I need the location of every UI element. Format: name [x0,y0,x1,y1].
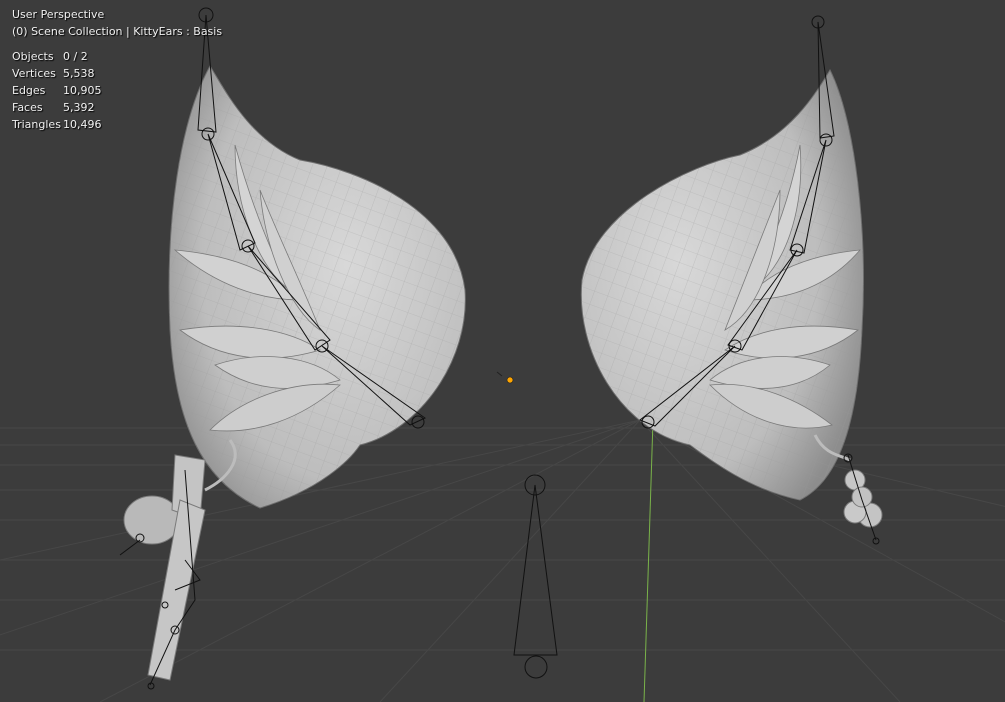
stat-value: 5,392 [63,101,95,114]
stat-label: Triangles [12,118,61,131]
y-axis-line [643,419,654,702]
stat-row-objects: Objects 0 / 2 [12,48,222,65]
stat-value: 0 / 2 [63,50,88,63]
stat-row-faces: Faces 5,392 [12,99,222,116]
stat-value: 5,538 [63,67,95,80]
object-origin-marker[interactable] [496,371,514,384]
right-accessory-bones[interactable] [843,453,880,545]
scene-statistics: Objects 0 / 2 Vertices 5,538 Edges 10,90… [12,48,222,133]
right-ear-mesh[interactable] [580,15,864,501]
stat-label: Objects [12,50,54,63]
center-bone[interactable] [513,474,558,679]
stat-label: Faces [12,101,43,114]
stat-value: 10,905 [63,84,102,97]
viewport-info-overlay: User Perspective (0) Scene Collection | … [12,6,222,133]
stat-row-edges: Edges 10,905 [12,82,222,99]
stat-row-triangles: Triangles 10,496 [12,116,222,133]
stat-row-vertices: Vertices 5,538 [12,65,222,82]
stat-label: Vertices [12,67,56,80]
stat-label: Edges [12,84,46,97]
stat-value: 10,496 [63,118,102,131]
3d-viewport[interactable]: User Perspective (0) Scene Collection | … [0,0,1005,702]
collection-label: (0) Scene Collection | KittyEars : Basis [12,25,223,38]
perspective-label: User Perspective [12,8,105,21]
